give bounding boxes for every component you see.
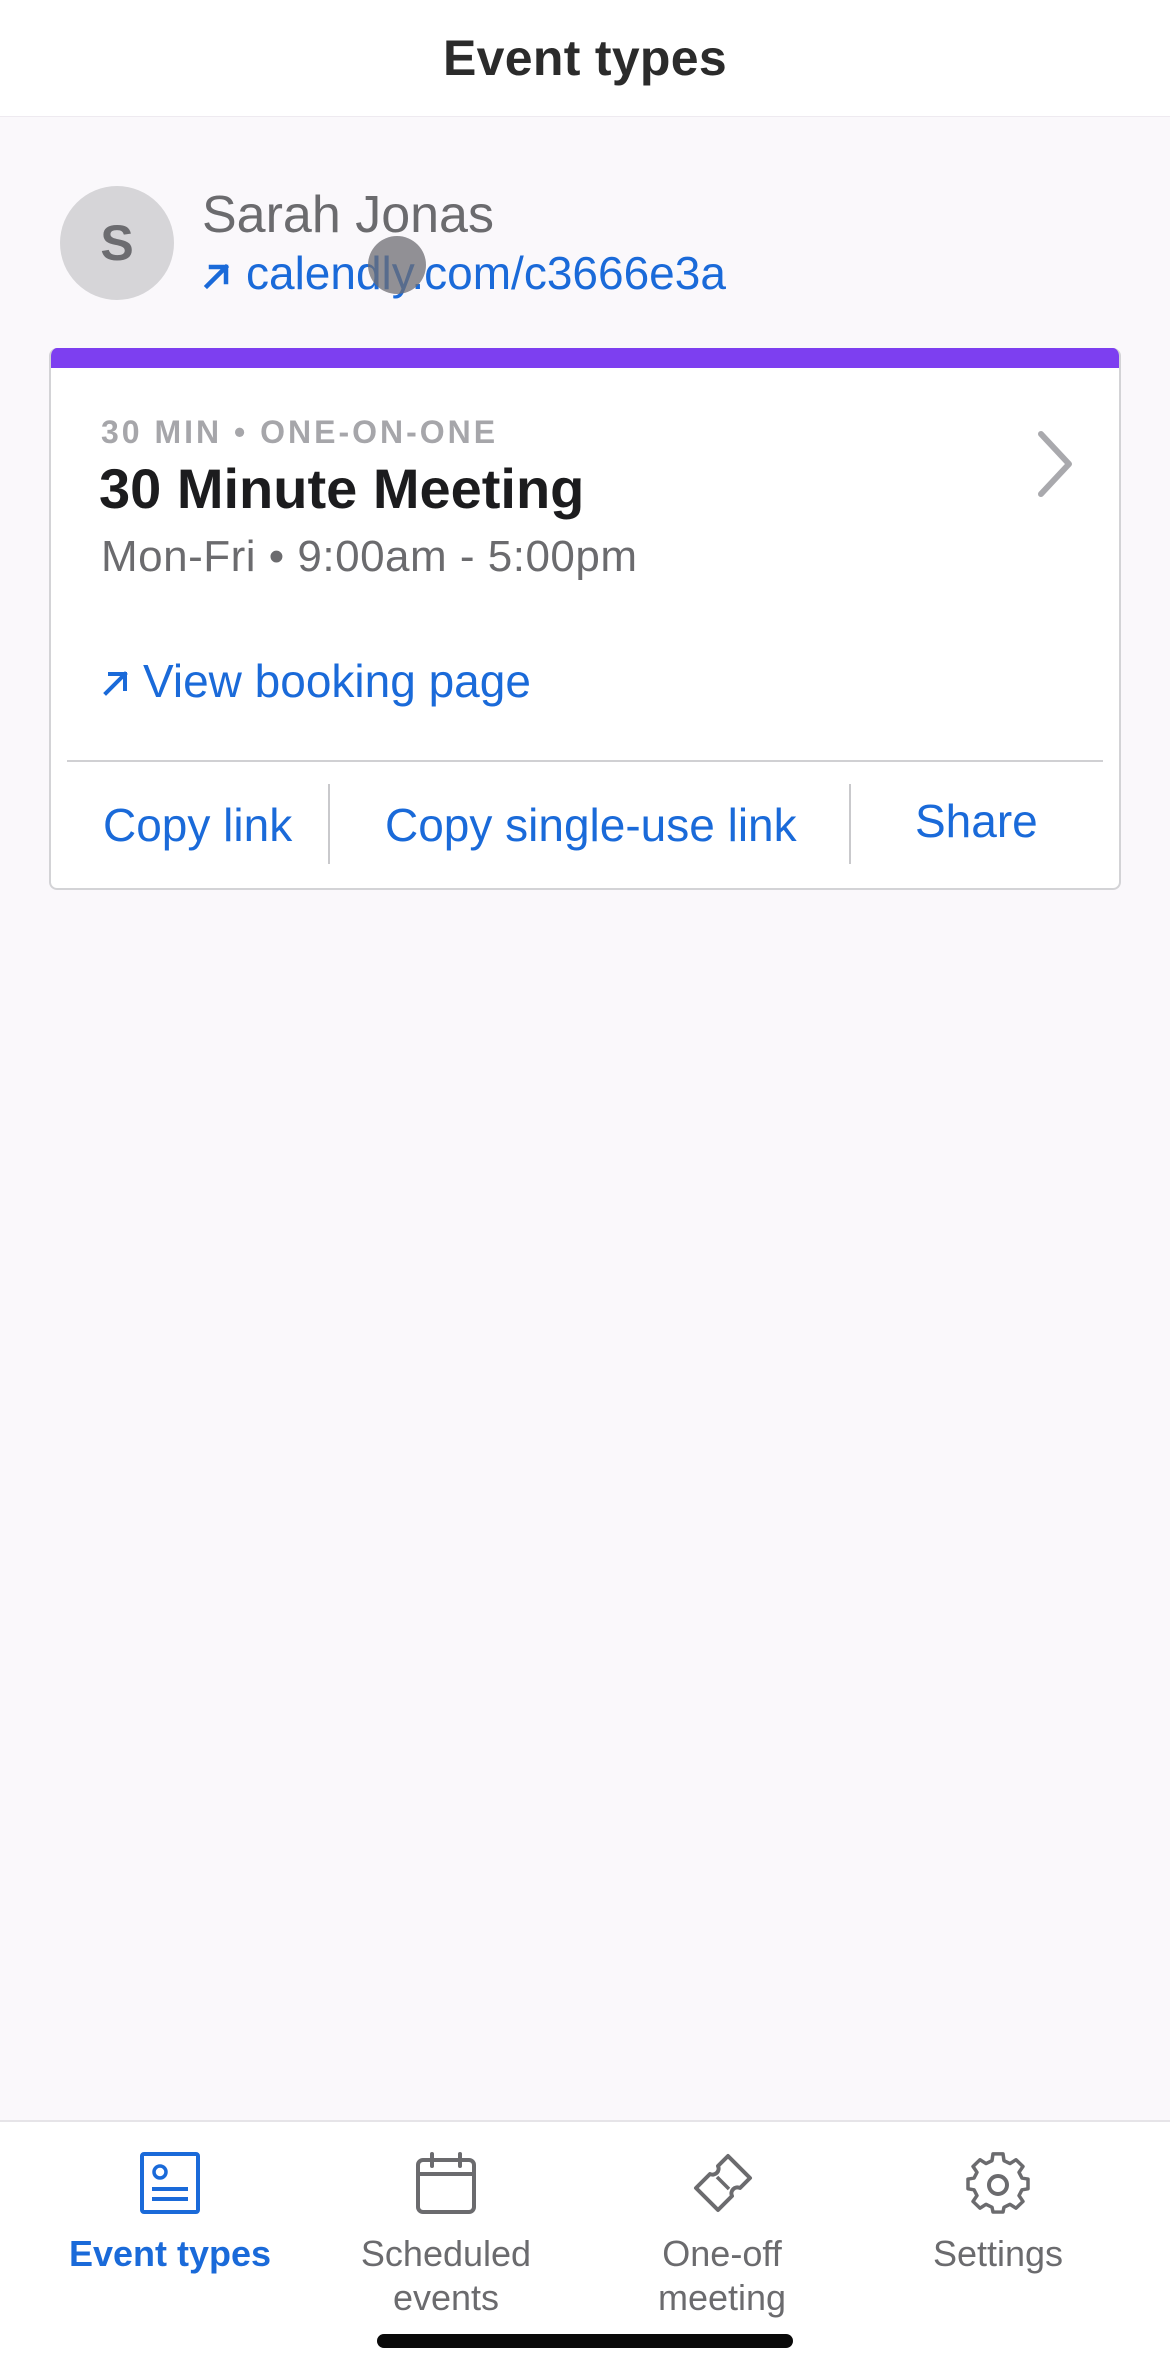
action-separator [328,784,330,864]
gear-icon [966,2152,1030,2214]
tab-label: Scheduled events [361,2232,531,2320]
ticket-icon [694,2154,752,2212]
card-accent-bar [51,348,1119,368]
tab-label: Event types [68,2233,272,2274]
copy-link-button[interactable]: Copy link [103,762,292,888]
event-meta: 30 MIN • ONE-ON-ONE [101,414,499,450]
event-type-card[interactable]: 30 MIN • ONE-ON-ONE 30 Minute Meeting Mo… [49,348,1121,890]
top-header: Event types [0,0,1170,117]
profile-link-text: calendly.com/c3666e3a [246,247,726,299]
calendar-icon [416,2152,476,2214]
external-arrow-icon [203,263,230,290]
profile-link[interactable]: calendly.com/c3666e3a [202,245,726,301]
tab-label-line: meeting [657,2277,787,2318]
view-booking-page-link[interactable]: View booking page [101,654,531,708]
external-arrow-icon [103,671,128,696]
touch-indicator [368,236,426,294]
page-title: Event types [443,30,727,86]
chevron-right-icon[interactable] [1033,428,1077,500]
tab-scheduled-events[interactable]: Scheduled events [316,2152,576,2320]
tab-one-off-meeting[interactable]: One-off meeting [592,2152,852,2320]
tab-label-line: One-off [662,2233,782,2274]
card-actions: Copy link Copy single-use link Share [51,762,1119,888]
tab-label-line: events [392,2277,500,2318]
tab-label-line: Scheduled [360,2233,532,2274]
copy-single-use-link-button[interactable]: Copy single-use link [385,762,797,888]
tab-settings[interactable]: Settings [868,2152,1128,2276]
share-button[interactable]: Share [915,758,1038,884]
home-indicator [377,2334,793,2348]
tab-label: One-off meeting [658,2232,786,2320]
event-types-icon [140,2152,200,2214]
action-separator [849,784,851,864]
tab-event-types[interactable]: Event types [40,2152,300,2276]
tab-label: Settings [932,2233,1064,2274]
view-booking-label: View booking page [143,655,531,707]
avatar[interactable]: S [60,186,174,300]
profile-text: Sarah Jonas calendly.com/c3666e3a [202,185,726,301]
event-schedule: Mon-Fri • 9:00am - 5:00pm [101,532,638,581]
event-title: 30 Minute Meeting [99,457,585,520]
profile-name: Sarah Jonas [202,186,494,244]
